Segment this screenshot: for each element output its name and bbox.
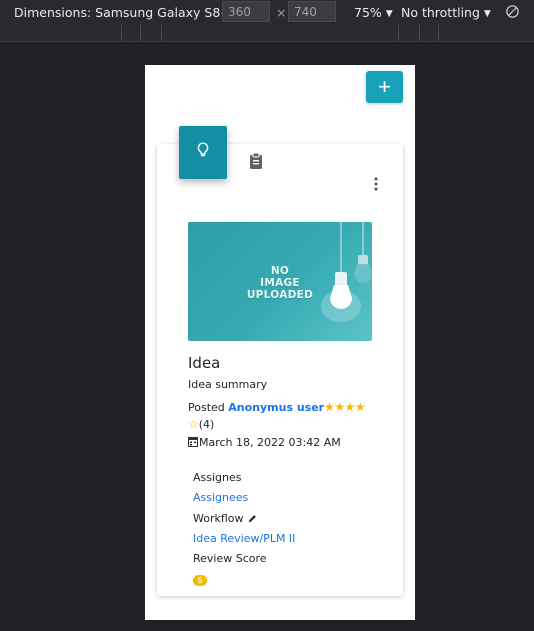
throttling-dropdown[interactable]: No throttling ▼ <box>401 5 491 20</box>
mobile-viewport: + NO IMAGE UPLOADED Idea Idea summary Po… <box>145 65 415 620</box>
review-score-badge: 5 <box>193 575 207 586</box>
rating-stars-filled: ★★★★ <box>324 400 366 414</box>
idea-tab[interactable] <box>179 126 227 179</box>
clipboard-icon[interactable] <box>248 152 264 170</box>
chevron-down-icon: ▼ <box>483 9 491 19</box>
calendar-icon <box>188 436 198 450</box>
dimensions-label: Dimensions: Samsung Galaxy S8+ <box>14 5 231 20</box>
add-idea-button[interactable]: + <box>366 71 403 103</box>
idea-image-placeholder: NO IMAGE UPLOADED <box>188 222 372 341</box>
rotate-icon[interactable] <box>505 4 520 22</box>
idea-title: Idea <box>188 354 221 372</box>
chevron-down-icon: ▼ <box>385 9 393 19</box>
assignees-link[interactable]: Assignees <box>193 491 248 504</box>
lightbulb-icon <box>196 142 210 163</box>
media-query-ruler <box>0 25 534 42</box>
height-input[interactable]: 740 <box>288 1 336 22</box>
review-score-label: Review Score <box>193 552 267 565</box>
pencil-icon[interactable] <box>248 513 257 526</box>
rating-count: (4) <box>198 418 215 431</box>
dimensions-dropdown[interactable]: Dimensions: Samsung Galaxy S8+▼ <box>14 5 242 20</box>
times-symbol: × <box>276 5 287 20</box>
workflow-link[interactable]: Idea Review/PLM II <box>193 532 295 545</box>
idea-summary: Idea summary <box>188 378 268 391</box>
zoom-dropdown[interactable]: 75% ▼ <box>354 5 393 20</box>
no-image-text: NO IMAGE UPLOADED <box>246 265 314 301</box>
rating-star-empty: ☆ <box>188 417 199 431</box>
posted-by-line: Posted Anonymus user★★★★ ☆(4) <box>188 399 378 433</box>
width-input[interactable]: 360 <box>222 1 270 22</box>
workflow-row: Workflow <box>193 512 257 526</box>
posted-prefix: Posted <box>188 401 225 414</box>
kebab-menu-icon[interactable] <box>373 177 379 191</box>
zoom-label: 75% <box>354 5 382 20</box>
posted-date: March 18, 2022 03:42 AM <box>199 436 341 449</box>
device-toolbar: Dimensions: Samsung Galaxy S8+▼ 360 × 74… <box>0 0 534 25</box>
assignees-label: Assignes <box>193 471 242 484</box>
throttling-label: No throttling <box>401 5 480 20</box>
workflow-label: Workflow <box>193 512 244 525</box>
author-link[interactable]: Anonymus user <box>228 401 324 414</box>
posted-date-line: March 18, 2022 03:42 AM <box>188 436 341 450</box>
